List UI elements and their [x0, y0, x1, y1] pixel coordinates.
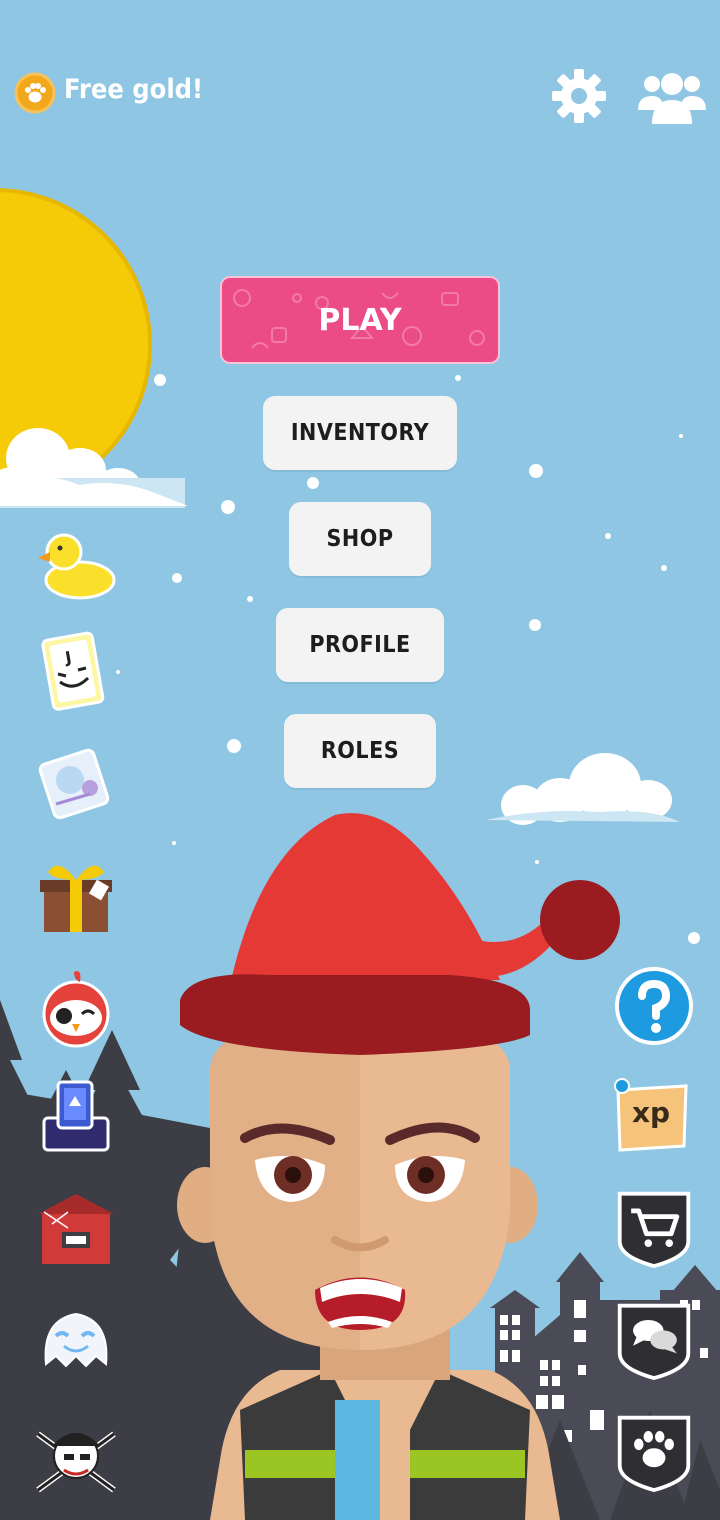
- free-gold-label: Free gold!: [64, 74, 204, 105]
- roles-label: ROLES: [320, 738, 400, 764]
- play-label: PLAY: [318, 302, 402, 338]
- haunted-house-icon[interactable]: [34, 1188, 118, 1272]
- shop-label: SHOP: [326, 526, 394, 552]
- pirate-skull-icon[interactable]: [34, 1412, 118, 1496]
- shop-button[interactable]: SHOP: [289, 502, 431, 576]
- profile-button[interactable]: PROFILE: [276, 608, 444, 682]
- sticker-card-icon[interactable]: [34, 742, 118, 826]
- shopping-cart-icon[interactable]: [614, 1188, 694, 1268]
- player-avatar: [177, 813, 620, 1520]
- xp-label: xp: [632, 1096, 671, 1129]
- card-chest-icon[interactable]: [34, 1076, 118, 1160]
- gift-box-icon[interactable]: [34, 852, 118, 936]
- paw-icon[interactable]: [614, 1412, 694, 1492]
- gear-icon[interactable]: [550, 67, 608, 125]
- roles-button[interactable]: ROLES: [284, 714, 436, 788]
- paw-coin-icon: [14, 72, 56, 114]
- chat-bubbles-icon[interactable]: [614, 1300, 694, 1380]
- joker-card-icon[interactable]: J: [34, 630, 118, 714]
- profile-label: PROFILE: [309, 632, 411, 658]
- inventory-button[interactable]: INVENTORY: [263, 396, 457, 470]
- play-button[interactable]: PLAY: [220, 276, 500, 364]
- question-mark-icon[interactable]: [614, 966, 694, 1046]
- inventory-label: INVENTORY: [290, 420, 430, 446]
- friends-icon[interactable]: [638, 70, 706, 126]
- xp-scroll-button[interactable]: xp: [612, 1076, 692, 1156]
- rubber-duck-icon[interactable]: [34, 522, 118, 606]
- ghost-icon[interactable]: [34, 1300, 118, 1384]
- pirate-bird-icon[interactable]: [34, 966, 118, 1050]
